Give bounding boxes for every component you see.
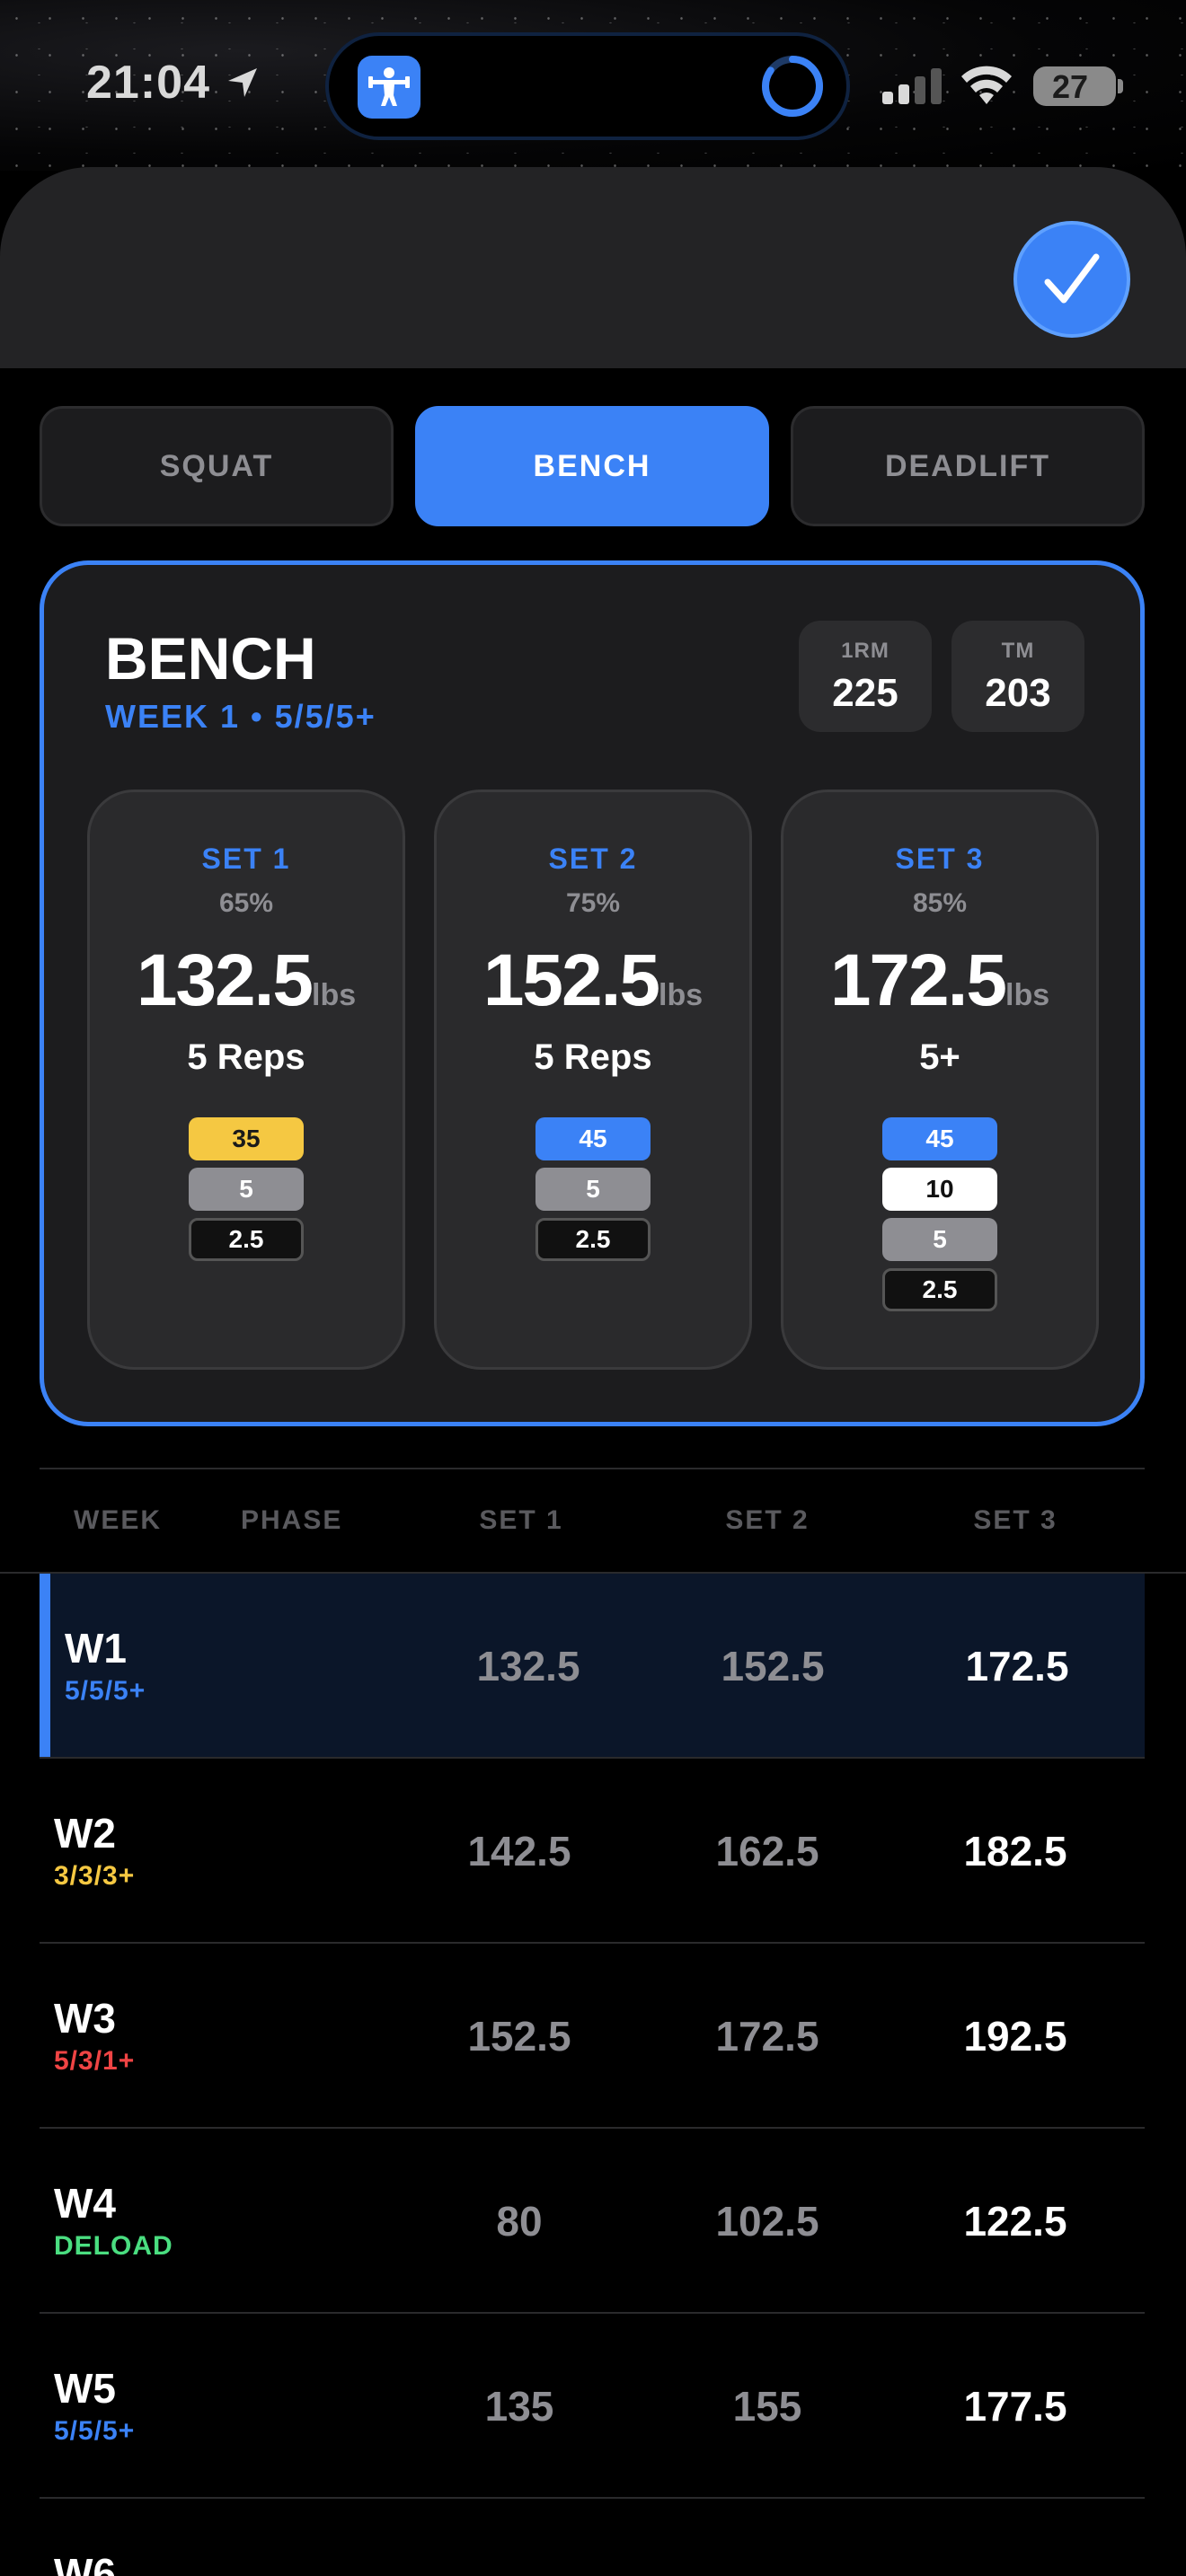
plate-5: 5 <box>535 1168 651 1211</box>
row-phase: 3/3/3+ <box>54 1861 136 1891</box>
row-week: W5 <box>54 2365 116 2412</box>
plate-stack: 35 5 2.5 <box>90 1117 403 1261</box>
set-weight: 152.5lbs <box>437 939 749 1023</box>
tab-squat[interactable]: SQUAT <box>40 406 394 526</box>
header-set-1: SET 1 <box>479 1505 563 1535</box>
set-reps: 5 Reps <box>534 1037 652 1077</box>
row-set-3: 122.5 <box>963 2198 1067 2245</box>
current-workout-card: BENCH WEEK 1 • 5/5/5+ 1RM 225 TM 203 SET… <box>40 560 1145 1426</box>
table-row-w2[interactable]: W2 3/3/3+ 142.5 162.5 182.5 <box>40 1759 1145 1944</box>
plate-5: 5 <box>189 1168 304 1211</box>
workout-app-icon <box>358 56 420 119</box>
row-set-2: 162.5 <box>715 1828 819 1875</box>
header-set-2: SET 2 <box>725 1505 810 1535</box>
set-reps: 5+ <box>919 1037 960 1077</box>
one-rm-label: 1RM <box>841 639 890 663</box>
row-week: W6 <box>54 2550 116 2576</box>
table-row-w4[interactable]: W4 DELOAD 80 102.5 122.5 <box>40 2129 1145 2314</box>
set-reps: 5 Reps <box>187 1037 305 1077</box>
plate-2-5: 2.5 <box>882 1268 997 1311</box>
cellular-signal-icon <box>882 68 942 104</box>
set-label: SET 2 <box>548 842 638 875</box>
header-week: WEEK <box>74 1505 162 1535</box>
row-set-2: 102.5 <box>715 2198 819 2245</box>
wifi-icon <box>961 66 1012 104</box>
status-time: 21:04 <box>86 57 210 109</box>
row-set-1: 132.5 <box>476 1643 580 1689</box>
plate-45: 45 <box>535 1117 651 1160</box>
week-subtitle: WEEK 1 • 5/5/5+ <box>105 698 376 735</box>
row-set-1: 80 <box>496 2198 543 2245</box>
row-phase: 5/5/5+ <box>54 2416 136 2446</box>
sheet-header <box>0 167 1186 368</box>
row-phase: DELOAD <box>54 2231 173 2261</box>
tm-value: 203 <box>985 671 1051 715</box>
plate-45: 45 <box>882 1117 997 1160</box>
row-set-3: 172.5 <box>965 1643 1069 1689</box>
table-row-w5[interactable]: W5 5/5/5+ 135 155 177.5 <box>40 2314 1145 2499</box>
row-set-3: 192.5 <box>963 2013 1067 2060</box>
set-percentage: 75% <box>565 888 621 918</box>
set-weight-value: 132.5 <box>136 940 314 1021</box>
set-weight-unit: lbs <box>659 978 704 1012</box>
row-week: W3 <box>54 1995 116 2042</box>
row-set-2: 172.5 <box>715 2013 819 2060</box>
row-set-3: 182.5 <box>963 1828 1067 1875</box>
activity-ring-icon <box>762 56 823 117</box>
row-phase: 5/5/5+ <box>65 1676 146 1706</box>
section-divider <box>40 1468 1145 1469</box>
set-3-card[interactable]: SET 3 85% 172.5lbs 5+ 45 10 5 2.5 <box>781 790 1099 1370</box>
set-2-card[interactable]: SET 2 75% 152.5lbs 5 Reps 45 5 2.5 <box>434 790 752 1370</box>
row-set-3: 177.5 <box>963 2383 1067 2430</box>
set-weight-unit: lbs <box>1005 978 1050 1012</box>
set-weight-unit: lbs <box>312 978 357 1012</box>
lift-title: BENCH <box>105 625 316 692</box>
set-1-card[interactable]: SET 1 65% 132.5lbs 5 Reps 35 5 2.5 <box>87 790 405 1370</box>
set-weight-value: 172.5 <box>829 940 1007 1021</box>
header-set-3: SET 3 <box>973 1505 1058 1535</box>
row-set-1: 135 <box>484 2383 554 2430</box>
row-set-2: 155 <box>732 2383 802 2430</box>
tab-deadlift[interactable]: DEADLIFT <box>791 406 1145 526</box>
plate-35: 35 <box>189 1117 304 1160</box>
one-rm-badge[interactable]: 1RM 225 <box>799 621 932 732</box>
table-row-w1[interactable]: W1 5/5/5+ 132.5 152.5 172.5 <box>40 1574 1145 1759</box>
tm-label: TM <box>1001 639 1035 663</box>
tab-bench[interactable]: BENCH <box>415 406 769 526</box>
header-phase: PHASE <box>241 1505 343 1535</box>
battery-level: 27 <box>1051 68 1089 105</box>
plate-5: 5 <box>882 1218 997 1261</box>
plate-2-5: 2.5 <box>189 1218 304 1261</box>
plate-stack: 45 10 5 2.5 <box>783 1117 1096 1311</box>
set-weight: 172.5lbs <box>783 939 1096 1023</box>
set-percentage: 65% <box>218 888 274 918</box>
battery-indicator: 27 <box>1033 66 1123 106</box>
done-button[interactable] <box>1013 221 1130 338</box>
row-week: W2 <box>54 1810 116 1857</box>
status-bar: 21:04 27 <box>0 0 1186 171</box>
set-label: SET 3 <box>895 842 985 875</box>
location-arrow-icon <box>228 68 257 97</box>
set-percentage: 85% <box>912 888 968 918</box>
set-weight: 132.5lbs <box>90 939 403 1023</box>
one-rm-value: 225 <box>832 671 898 715</box>
table-row-w3[interactable]: W3 5/3/1+ 152.5 172.5 192.5 <box>40 1944 1145 2129</box>
tm-badge[interactable]: TM 203 <box>951 621 1084 732</box>
row-phase: 5/3/1+ <box>54 2046 136 2076</box>
dynamic-island[interactable] <box>325 32 850 140</box>
row-week: W4 <box>54 2180 116 2227</box>
plate-10: 10 <box>882 1168 997 1211</box>
row-set-1: 152.5 <box>467 2013 571 2060</box>
table-row-w6[interactable]: W6 <box>40 2499 1145 2576</box>
plate-stack: 45 5 2.5 <box>437 1117 749 1261</box>
checkmark-icon <box>1044 253 1100 304</box>
plate-2-5: 2.5 <box>535 1218 651 1261</box>
row-week: W1 <box>65 1625 127 1672</box>
row-set-1: 142.5 <box>467 1828 571 1875</box>
set-weight-value: 152.5 <box>482 940 660 1021</box>
row-set-2: 152.5 <box>721 1643 825 1689</box>
set-label: SET 1 <box>201 842 291 875</box>
